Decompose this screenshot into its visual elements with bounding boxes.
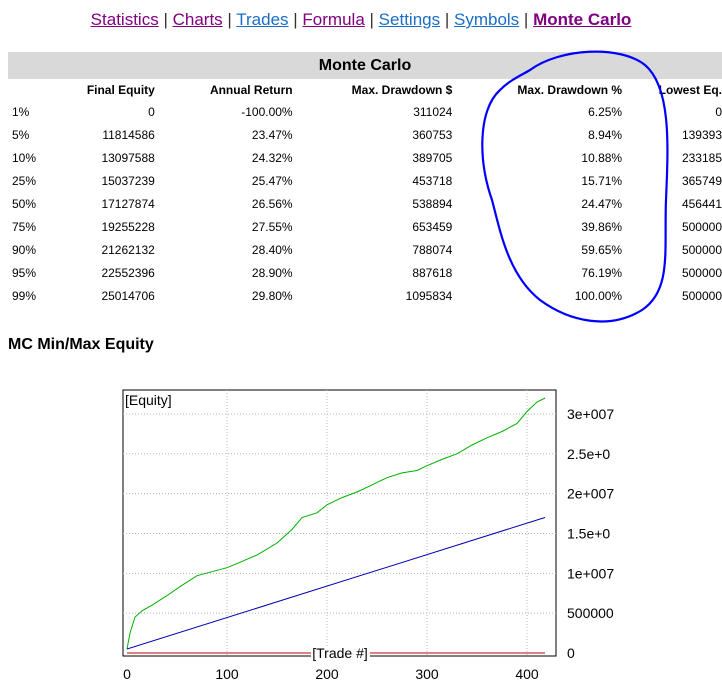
x-tick-label: 200: [315, 666, 339, 682]
x-axis-label: [Trade #]: [312, 645, 368, 661]
x-tick-label: 400: [515, 666, 539, 682]
x-tick-label: 0: [123, 666, 131, 682]
plot-frame: [122, 389, 557, 657]
y-tick-label: 1e+007: [567, 565, 614, 581]
y-tick-label: 1.5e+0: [567, 525, 610, 541]
chart-title: [Equity]: [125, 392, 172, 408]
equity-chart: 0 100 200 300 400 0 500000 1e+007 1.5e+0 2e+007 2.…: [122, 389, 614, 682]
y-tick-label: 2e+007: [567, 486, 614, 502]
y-tick-label: 2.5e+0: [567, 446, 610, 462]
y-tick-label: 500000: [567, 605, 614, 621]
x-tick-label: 300: [415, 666, 439, 682]
y-tick-label: 3e+007: [567, 406, 614, 422]
y-tick-label: 0: [567, 645, 575, 661]
x-tick-label: 100: [215, 666, 239, 682]
